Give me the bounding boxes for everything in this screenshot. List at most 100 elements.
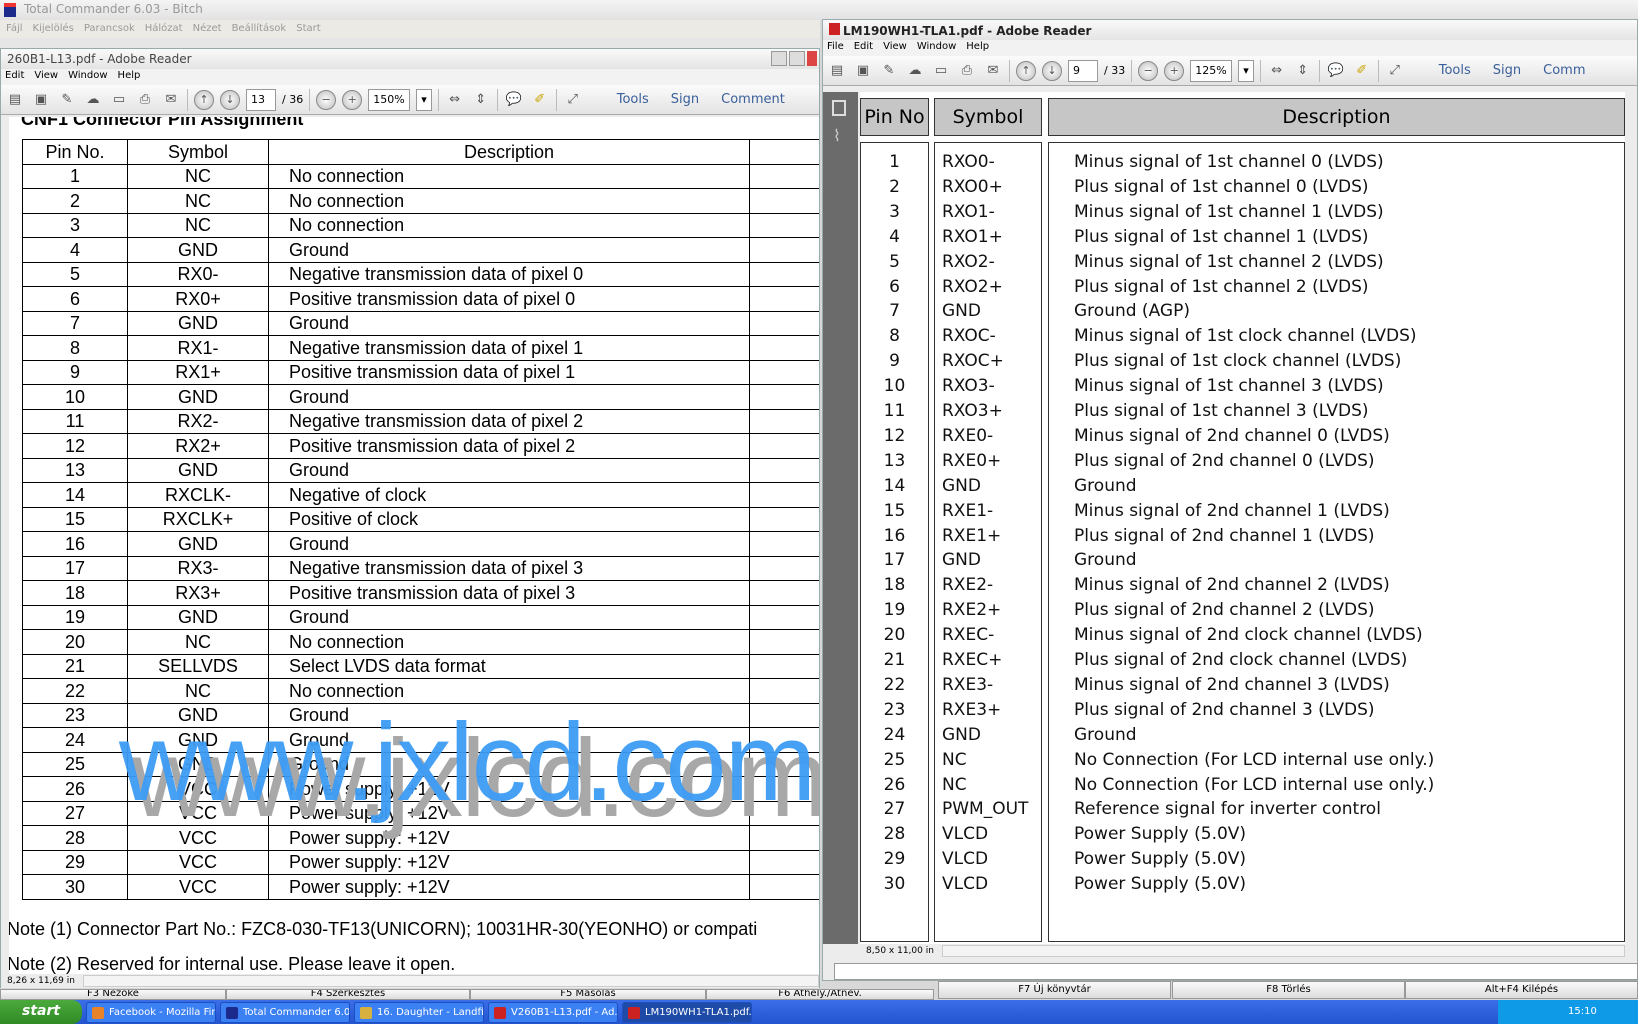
- tc-menu-item[interactable]: Beállítások: [232, 23, 287, 35]
- fit-page-icon[interactable]: ⇕: [1293, 61, 1313, 81]
- page-number-input[interactable]: 13: [246, 88, 276, 111]
- function-key-button[interactable]: F3 Nézőke: [0, 989, 226, 1000]
- function-key-button[interactable]: F6 Áthely./Átnev.: [706, 989, 934, 1000]
- comment-button[interactable]: Comment: [713, 92, 793, 107]
- tc-menu-item[interactable]: Start: [296, 23, 320, 35]
- symbol-cell: GND: [942, 724, 981, 745]
- tc-menu-item[interactable]: Hálózat: [145, 23, 183, 35]
- zoom-select[interactable]: 125%: [1190, 59, 1233, 82]
- menu-item[interactable]: File: [827, 41, 844, 55]
- chevron-down-icon[interactable]: ▾: [416, 88, 432, 111]
- print-icon[interactable]: ⎙: [957, 61, 977, 81]
- table-row: 21 SELLVDS Select LVDS data format: [22, 653, 819, 679]
- menu-item[interactable]: Help: [118, 70, 141, 84]
- previous-page-icon[interactable]: ↑: [194, 89, 214, 110]
- tc-menu-item[interactable]: Nézet: [193, 23, 222, 35]
- empty-cell: [749, 874, 819, 900]
- function-key-button[interactable]: F5 Másolás: [470, 989, 706, 1000]
- zoom-in-icon[interactable]: +: [342, 89, 363, 110]
- sign-button[interactable]: Sign: [663, 92, 707, 107]
- start-button[interactable]: start: [0, 1000, 82, 1024]
- taskbar-item[interactable]: V260B1-L13.pdf - Ad...: [488, 1001, 618, 1023]
- tools-button[interactable]: Tools: [609, 92, 657, 107]
- print-icon[interactable]: ⎙: [135, 90, 155, 110]
- zoom-in-icon[interactable]: +: [1164, 60, 1185, 81]
- taskbar-item[interactable]: Facebook - Mozilla Fir...: [86, 1001, 216, 1023]
- left-horizontal-scrollbar[interactable]: [82, 975, 819, 987]
- save-icon[interactable]: ▭: [931, 61, 951, 81]
- save-icon[interactable]: ▭: [109, 90, 129, 110]
- pin-cell: 9: [22, 359, 128, 385]
- combine-icon[interactable]: ▣: [31, 90, 51, 110]
- combine-icon[interactable]: ▣: [853, 61, 873, 81]
- page-number-input[interactable]: 9: [1068, 59, 1098, 82]
- fullscreen-icon[interactable]: ⤢: [563, 90, 583, 110]
- right-horizontal-scrollbar[interactable]: [941, 945, 1625, 957]
- highlight-icon[interactable]: ✐: [530, 90, 550, 110]
- description-cell: No connection: [268, 678, 750, 704]
- menu-item[interactable]: Edit: [5, 70, 24, 84]
- comment-bubble-icon[interactable]: 💬: [504, 90, 524, 110]
- fit-width-icon[interactable]: ⇔: [1267, 61, 1287, 81]
- chevron-down-icon[interactable]: ▾: [1238, 59, 1254, 82]
- upload-icon[interactable]: ☁: [905, 61, 925, 81]
- app-icon: [360, 1006, 372, 1019]
- symbol-cell: RX0-: [127, 261, 269, 287]
- separator: [1377, 59, 1379, 82]
- tc-menu-item[interactable]: Kijelölés: [33, 23, 74, 35]
- highlight-icon[interactable]: ✐: [1352, 61, 1372, 81]
- tc-command-line[interactable]: [834, 963, 1638, 980]
- pin-cell: 27: [883, 799, 906, 820]
- previous-page-icon[interactable]: ↑: [1016, 60, 1036, 81]
- zoom-out-icon[interactable]: −: [316, 89, 337, 110]
- edit-icon[interactable]: ✎: [57, 90, 77, 110]
- create-icon[interactable]: ▤: [5, 90, 25, 110]
- tc-menu-item[interactable]: Fájl: [6, 23, 23, 35]
- empty-cell: [749, 188, 819, 214]
- taskbar-item[interactable]: LM190WH1-TLA1.pdf...: [622, 1001, 752, 1023]
- create-icon[interactable]: ▤: [827, 61, 847, 81]
- comment-button[interactable]: Comm: [1535, 63, 1593, 78]
- comment-bubble-icon[interactable]: 💬: [1326, 61, 1346, 81]
- description-cell: Power Supply (5.0V): [1074, 874, 1247, 895]
- next-page-icon[interactable]: ↓: [1042, 60, 1062, 81]
- pages-icon[interactable]: [832, 100, 846, 116]
- sign-button[interactable]: Sign: [1485, 63, 1529, 78]
- close-button[interactable]: [807, 51, 817, 66]
- function-key-button[interactable]: F8 Törlés: [1172, 981, 1405, 999]
- taskbar-item[interactable]: Total Commander 6.0...: [220, 1001, 350, 1023]
- function-key-button[interactable]: F4 Szerkesztés: [226, 989, 470, 1000]
- column-header: Pin No.: [22, 139, 128, 165]
- fullscreen-icon[interactable]: ⤢: [1385, 61, 1405, 81]
- description-cell: Plus signal of 2nd channel 3 (LVDS): [1074, 699, 1375, 720]
- email-icon[interactable]: ✉: [983, 61, 1003, 81]
- next-page-icon[interactable]: ↓: [220, 89, 240, 110]
- description-cell: Plus signal of 1st channel 0 (LVDS): [1074, 176, 1369, 197]
- menu-item[interactable]: View: [883, 41, 907, 55]
- minimize-button[interactable]: [771, 51, 787, 66]
- empty-cell: [749, 433, 819, 459]
- function-key-button[interactable]: F7 Új könyvtár: [938, 981, 1171, 999]
- menu-item[interactable]: Window: [68, 70, 107, 84]
- attachment-icon[interactable]: ⌇: [833, 126, 848, 145]
- maximize-button[interactable]: [789, 51, 805, 66]
- menu-item[interactable]: Window: [917, 41, 956, 55]
- menu-item[interactable]: View: [34, 70, 58, 84]
- table-row: 7 GND Ground: [22, 310, 819, 336]
- tools-button[interactable]: Tools: [1431, 63, 1479, 78]
- email-icon[interactable]: ✉: [161, 90, 181, 110]
- function-key-button[interactable]: Alt+F4 Kilépés: [1405, 981, 1638, 999]
- menu-item[interactable]: Help: [966, 41, 989, 55]
- fit-width-icon[interactable]: ⇔: [445, 90, 465, 110]
- table-row: 22 NC No connection: [22, 678, 819, 704]
- empty-cell: [749, 800, 819, 826]
- fit-page-icon[interactable]: ⇕: [471, 90, 491, 110]
- edit-icon[interactable]: ✎: [879, 61, 899, 81]
- separator: [309, 88, 311, 111]
- taskbar-item[interactable]: 16. Daughter - Landfi...: [354, 1001, 484, 1023]
- menu-item[interactable]: Edit: [854, 41, 873, 55]
- tc-menu-item[interactable]: Parancsok: [84, 23, 135, 35]
- zoom-select[interactable]: 150%: [368, 88, 411, 111]
- zoom-out-icon[interactable]: −: [1138, 60, 1159, 81]
- upload-icon[interactable]: ☁: [83, 90, 103, 110]
